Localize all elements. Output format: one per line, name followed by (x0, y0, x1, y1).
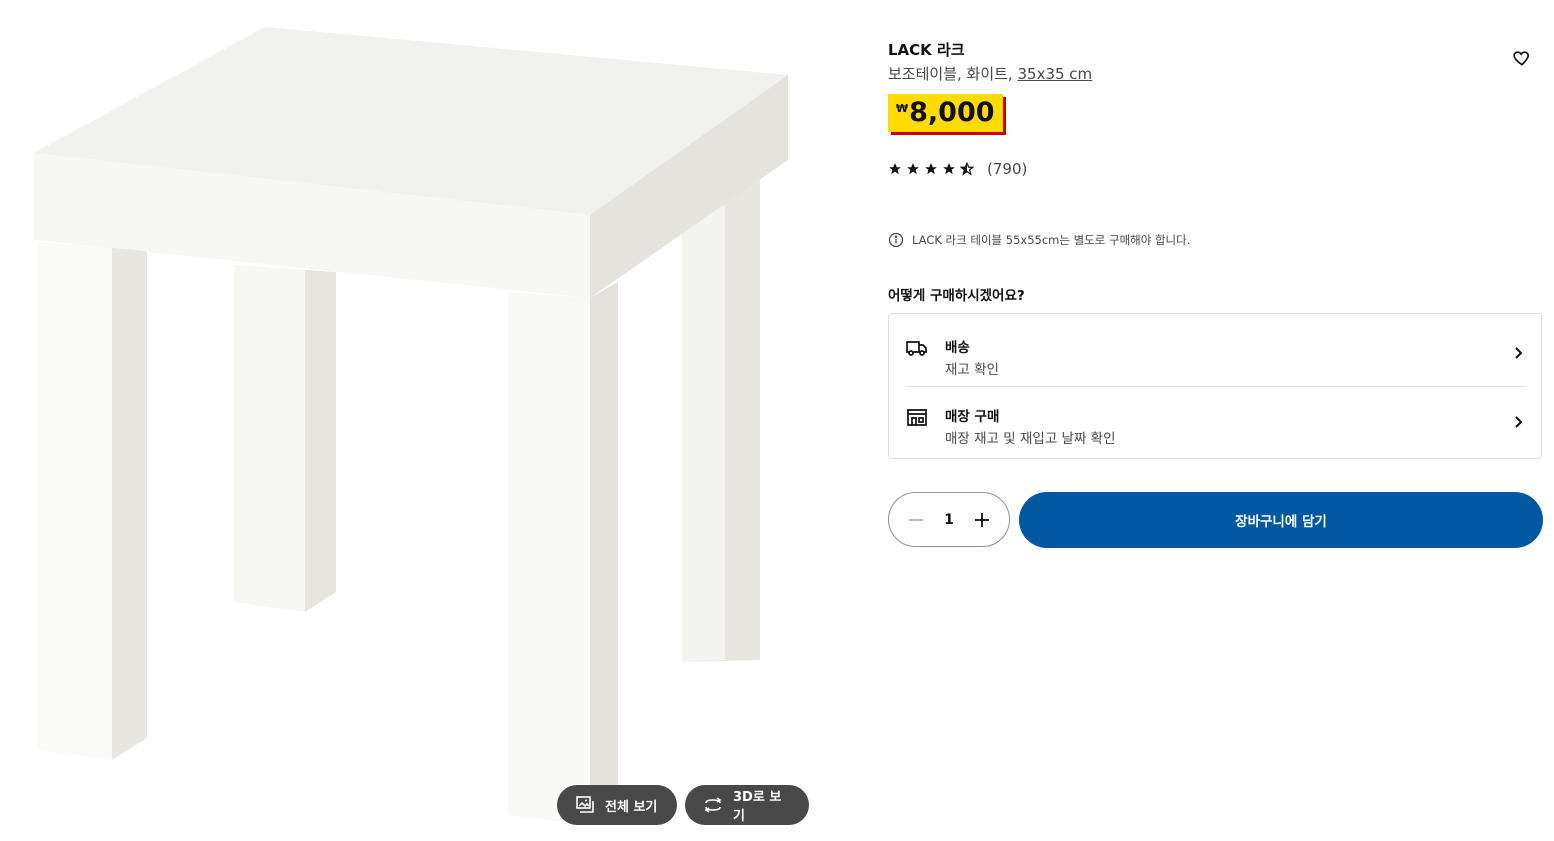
minus-icon (909, 518, 923, 521)
view-3d-button[interactable]: 3D로 보기 (685, 785, 809, 825)
quantity-value[interactable]: 1 (934, 512, 964, 528)
view-all-label: 전체 보기 (605, 799, 658, 815)
heart-icon (1513, 51, 1529, 66)
star-full-icon (888, 162, 902, 176)
store-sub: 매장 재고 및 재입고 날짜 확인 (945, 431, 1116, 447)
star-half-icon (960, 162, 974, 176)
delivery-option[interactable]: 배송 재고 확인 (905, 318, 1527, 387)
description-text: 보조테이블, 화이트, (888, 65, 1018, 83)
star-full-icon (906, 162, 920, 176)
view-3d-label: 3D로 보기 (733, 790, 782, 824)
price-tag: ₩ 8,000 (888, 94, 1003, 132)
product-info: LACK 라크 보조테이블, 화이트, 35x35 cm ₩ 8,000 (79… (888, 0, 1544, 841)
review-count: (790) (987, 160, 1028, 178)
chevron-right-icon (1511, 415, 1525, 429)
increase-button[interactable] (969, 507, 995, 533)
images-icon (575, 795, 595, 815)
product-name: LACK 라크 (888, 41, 965, 59)
rotate-3d-icon (703, 795, 723, 815)
quantity-stepper: 1 (888, 492, 1010, 547)
product-description: 보조테이블, 화이트, 35x35 cm (888, 63, 1092, 84)
info-icon (888, 232, 904, 248)
product-image[interactable] (20, 20, 810, 840)
store-option[interactable]: 매장 구매 매장 재고 및 재입고 날짜 확인 (905, 387, 1527, 456)
purchase-options: 배송 재고 확인 매장 구매 매장 재고 및 재입고 날짜 확인 (888, 313, 1542, 459)
price-amount: 8,000 (909, 97, 995, 128)
decrease-button[interactable] (903, 507, 929, 533)
delivery-sub: 재고 확인 (945, 362, 999, 378)
info-note: LACK 라크 테이블 55x55cm는 별도로 구매해야 합니다. (888, 232, 1190, 248)
truck-icon (905, 336, 929, 360)
dimensions-link[interactable]: 35x35 cm (1017, 65, 1092, 83)
rating[interactable]: (790) (888, 160, 1027, 178)
star-full-icon (942, 162, 956, 176)
add-to-cart-button[interactable]: 장바구니에 담기 (1019, 492, 1543, 548)
product-gallery: 전체 보기 3D로 보기 (0, 0, 830, 841)
plus-icon (975, 512, 989, 527)
favorite-button[interactable] (1508, 44, 1536, 72)
store-label: 매장 구매 (945, 409, 1000, 425)
star-full-icon (924, 162, 938, 176)
delivery-label: 배송 (945, 340, 970, 356)
currency-symbol: ₩ (896, 102, 909, 115)
info-note-text: LACK 라크 테이블 55x55cm는 별도로 구매해야 합니다. (912, 233, 1191, 247)
chevron-right-icon (1511, 346, 1525, 360)
view-all-button[interactable]: 전체 보기 (557, 785, 677, 825)
purchase-section-title: 어떻게 구매하시겠어요? (888, 288, 1025, 304)
store-icon (905, 405, 929, 429)
